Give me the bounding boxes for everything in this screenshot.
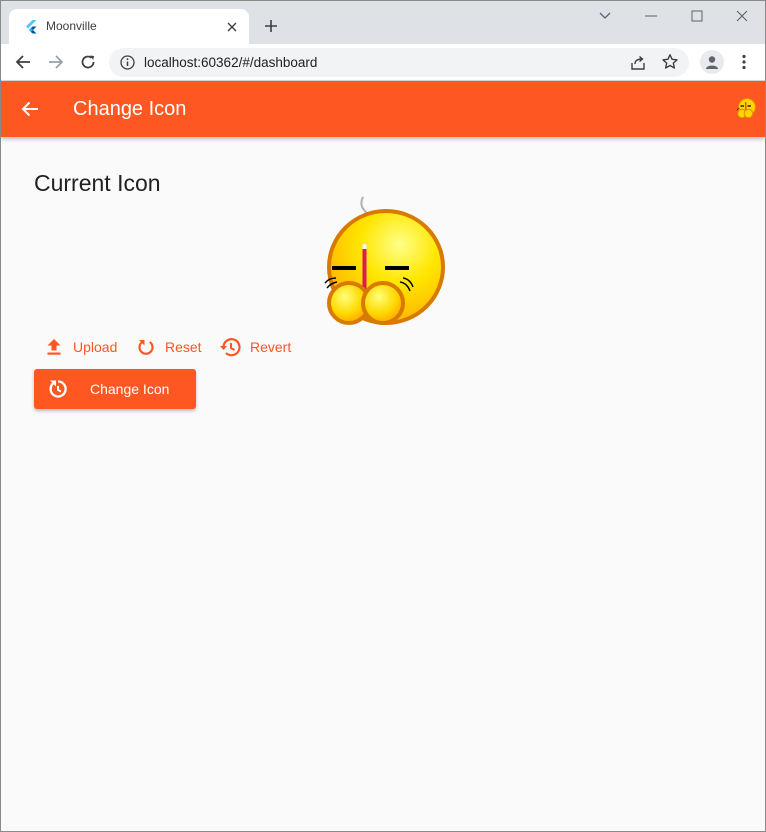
window-close-icon[interactable] <box>728 5 756 27</box>
star-icon[interactable] <box>661 53 679 71</box>
arrow-left-icon[interactable] <box>11 50 35 74</box>
history-icon <box>220 338 241 357</box>
tab-title: Moonville <box>46 19 97 33</box>
refresh-clock-icon <box>49 380 67 398</box>
change-icon-label: Change Icon <box>90 381 170 397</box>
page-title: Change Icon <box>73 98 187 120</box>
reset-label: Reset <box>165 339 202 355</box>
tab-strip: Moonville <box>1 1 765 44</box>
plus-icon[interactable] <box>261 16 281 36</box>
current-icon-emoji <box>324 196 445 325</box>
upload-button[interactable]: Upload <box>44 335 117 359</box>
browser-toolbar: localhost:60362/#/dashboard <box>1 44 765 81</box>
app-bar: Change Icon <box>1 81 765 137</box>
revert-label: Revert <box>250 339 292 355</box>
tab-search-icon[interactable] <box>591 5 619 27</box>
user-avatar-emoji-icon[interactable] <box>733 98 757 120</box>
profile-icon[interactable] <box>700 50 724 74</box>
section-title: Current Icon <box>34 170 161 196</box>
arrow-right-icon[interactable] <box>44 50 68 74</box>
reload-icon[interactable] <box>76 50 100 74</box>
kebab-menu-icon[interactable] <box>734 51 754 73</box>
flutter-icon <box>26 20 37 34</box>
minimize-icon[interactable] <box>637 5 665 27</box>
reset-icon <box>138 340 154 355</box>
url-text[interactable]: localhost:60362/#/dashboard <box>144 55 317 70</box>
address-bar[interactable]: localhost:60362/#/dashboard <box>109 48 689 77</box>
change-icon-button[interactable]: Change Icon <box>34 369 196 409</box>
share-icon[interactable] <box>629 54 647 72</box>
browser-tab[interactable]: Moonville <box>9 9 249 44</box>
reset-button[interactable]: Reset <box>136 335 202 359</box>
close-icon[interactable] <box>223 18 241 36</box>
upload-icon <box>47 339 61 355</box>
upload-label: Upload <box>73 339 118 355</box>
browser-window: Moonville localhost:60362/#/dashboard Ch… <box>0 0 766 832</box>
back-arrow-icon[interactable] <box>17 97 43 121</box>
revert-button[interactable]: Revert <box>219 335 291 359</box>
info-icon[interactable] <box>119 54 136 71</box>
maximize-icon[interactable] <box>683 5 711 27</box>
